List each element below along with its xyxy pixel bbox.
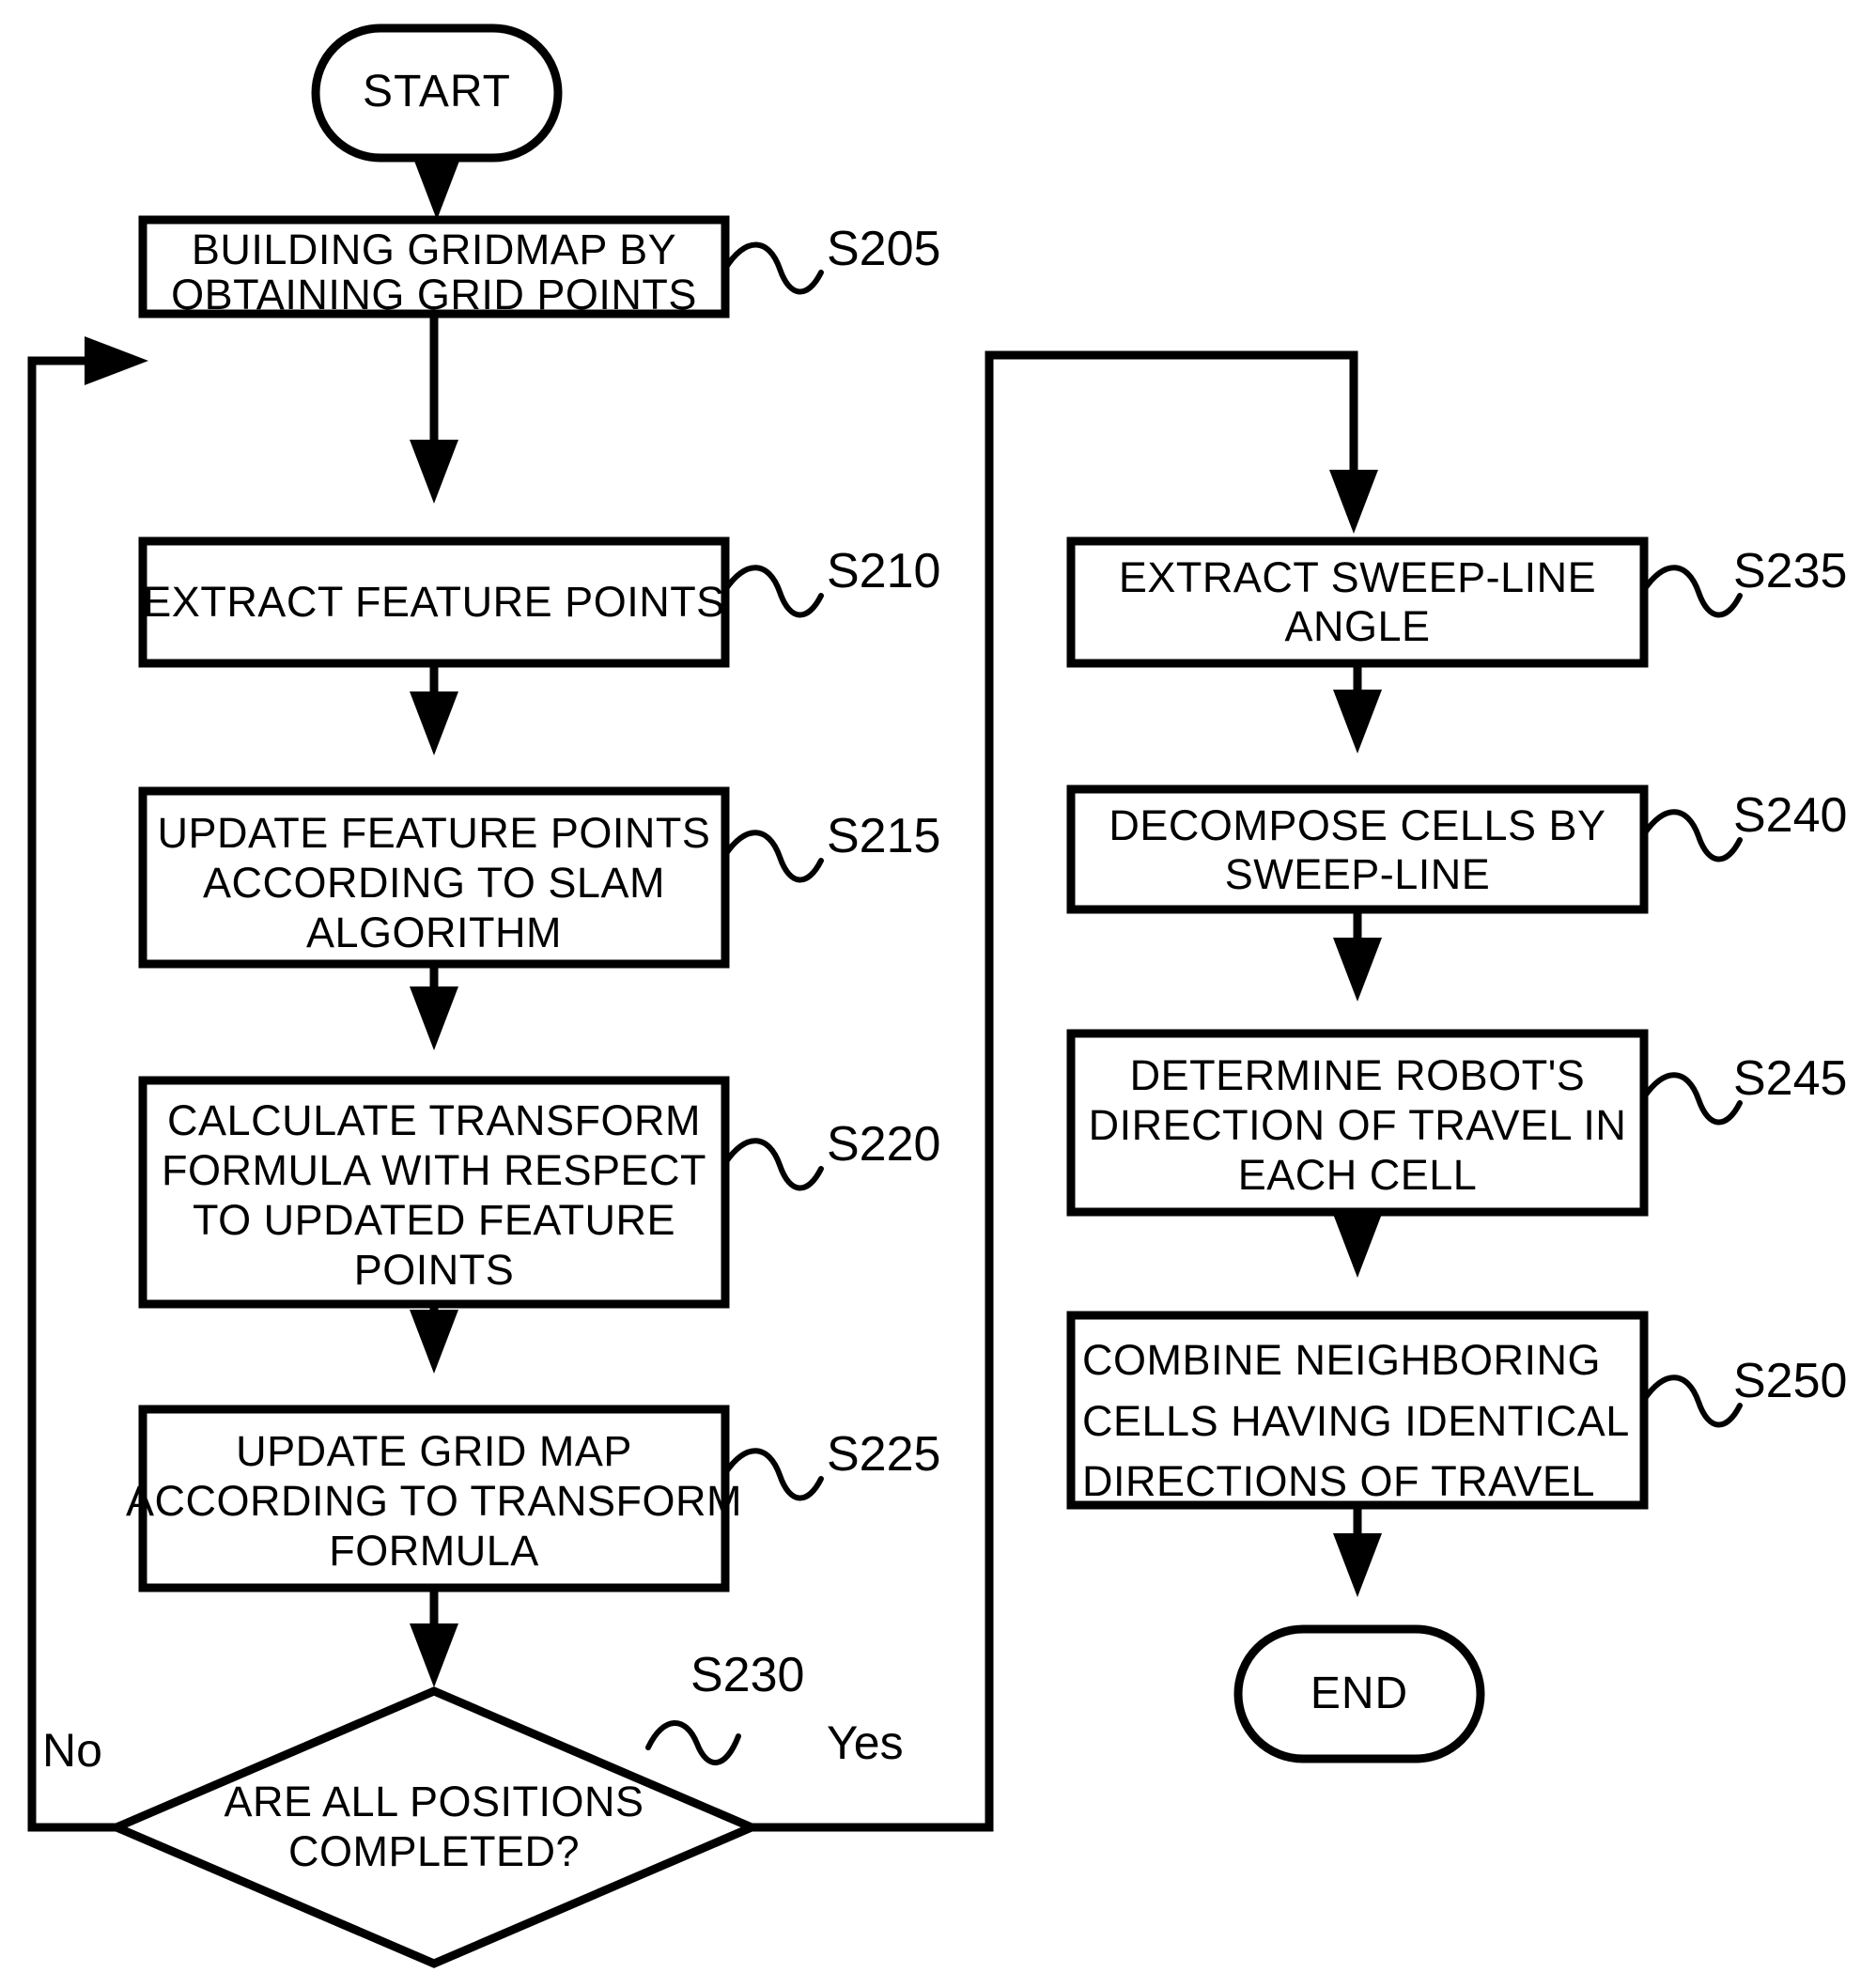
process-box-s250-line-1: COMBINE NEIGHBORING [1082, 1336, 1601, 1384]
process-box-s205-line-1: BUILDING GRIDMAP BY [192, 225, 676, 273]
leader-squiggle-s245 [1641, 1072, 1743, 1126]
process-box-s245-line-3: EACH CELL [1238, 1151, 1478, 1199]
arrowhead-s250-to-end [1333, 1533, 1382, 1597]
step-ref-s235: S235 [1733, 544, 1847, 598]
process-box-s250-line-3: DIRECTIONS OF TRAVEL [1082, 1457, 1595, 1505]
process-box-s220-line-1: CALCULATE TRANSFORM [167, 1096, 701, 1144]
connector-no-loop [27, 356, 116, 1832]
process-box-s205-line-2: OBTAINING GRID POINTS [171, 271, 697, 318]
decision-yes-label: Yes [827, 1716, 904, 1769]
leader-squiggle-s215 [722, 830, 824, 883]
step-ref-s240: S240 [1733, 788, 1847, 843]
process-box-s235-line-1: EXTRACT SWEEP-LINE [1119, 553, 1596, 601]
step-ref-s205: S205 [827, 222, 940, 276]
decision-label-line-1: ARE ALL POSITIONS [225, 1778, 644, 1825]
flowchart-diagram: START BUILDING GRIDMAP BY OBTAINING GRID… [0, 0, 1861, 1988]
arrowhead-s240-to-s245 [1333, 938, 1382, 1002]
start-label: START [363, 67, 511, 116]
process-box-s225-line-2: ACCORDING TO TRANSFORM [126, 1477, 742, 1525]
process-box-s235-line-2: ANGLE [1284, 602, 1430, 650]
process-box-s250-line-2: CELLS HAVING IDENTICAL [1082, 1397, 1630, 1445]
step-ref-s210: S210 [827, 544, 940, 598]
leader-squiggle-s240 [1641, 809, 1743, 862]
process-box-s225-line-1: UPDATE GRID MAP [236, 1427, 632, 1475]
decision-no-label: No [42, 1724, 102, 1777]
arrowhead-start-to-s205 [412, 156, 461, 220]
process-box-s210-line-1: EXTRACT FEATURE POINTS [143, 578, 724, 626]
leader-squiggle-s250 [1641, 1375, 1743, 1428]
leader-squiggle-s210 [722, 565, 824, 618]
process-box-s245-line-2: DIRECTION OF TRAVEL IN [1089, 1101, 1627, 1149]
process-box-s240-line-1: DECOMPOSE CELLS BY [1109, 801, 1605, 849]
process-box-s215-line-2: ACCORDING TO SLAM [203, 859, 665, 907]
arrowhead-s205-to-s210 [410, 440, 458, 504]
arrowhead-s210-to-s215 [410, 691, 458, 755]
step-ref-s250: S250 [1733, 1354, 1847, 1408]
leader-squiggle-s230 [645, 1720, 741, 1765]
step-ref-s215: S215 [827, 809, 940, 863]
process-box-s215-line-1: UPDATE FEATURE POINTS [158, 809, 711, 857]
step-ref-s225: S225 [827, 1427, 940, 1482]
arrowhead-s245-to-s250 [1333, 1214, 1382, 1278]
end-label: END [1310, 1669, 1408, 1718]
step-ref-s220: S220 [827, 1117, 940, 1172]
flowchart-canvas: START BUILDING GRIDMAP BY OBTAINING GRID… [27, 23, 1847, 1968]
process-box-s220-line-3: TO UPDATED FEATURE [193, 1196, 675, 1244]
arrowhead-s220-to-s225 [410, 1310, 458, 1374]
process-box-s215-line-3: ALGORITHM [306, 909, 562, 956]
arrowhead-no-loop-into-s205 [85, 336, 148, 385]
leader-squiggle-s235 [1641, 565, 1743, 618]
process-box-s240-line-2: SWEEP-LINE [1225, 850, 1491, 898]
process-box-s245-line-1: DETERMINE ROBOT'S [1130, 1051, 1586, 1099]
process-box-s225-line-3: FORMULA [329, 1527, 539, 1575]
arrowhead-s235-to-s240 [1333, 690, 1382, 753]
arrowhead-s225-to-s230 [410, 1623, 458, 1687]
arrowhead-s215-to-s220 [410, 986, 458, 1050]
step-ref-s230: S230 [690, 1648, 804, 1702]
step-ref-s245: S245 [1733, 1051, 1847, 1106]
leader-squiggle-s205 [722, 241, 824, 295]
process-box-s220-line-4: POINTS [354, 1246, 515, 1294]
process-box-s220-line-2: FORMULA WITH RESPECT [162, 1146, 706, 1194]
arrowhead-yes-into-s235 [1329, 470, 1378, 534]
leader-squiggle-s220 [722, 1138, 824, 1191]
decision-label-line-2: COMPLETED? [288, 1827, 580, 1875]
